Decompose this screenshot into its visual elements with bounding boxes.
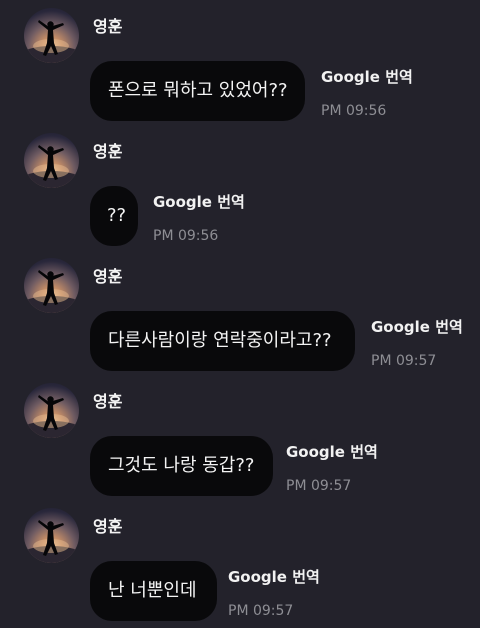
silhouette-avatar-icon — [24, 520, 79, 563]
avatar[interactable] — [24, 8, 79, 63]
sender-name: 영훈 — [93, 392, 123, 411]
message-group: 영훈 폰으로 뭐하고 있었어?? Google 번역 PM 09:56 — [0, 0, 480, 126]
message-time: PM 09:56 — [153, 228, 219, 244]
chat-message-list: 영훈 폰으로 뭐하고 있었어?? Google 번역 PM 09:56 영훈 ?… — [0, 0, 480, 628]
message-time: PM 09:57 — [371, 353, 437, 369]
google-translate-link[interactable]: Google 번역 — [321, 67, 413, 87]
message-group: 영훈 난 너뿐인데 Google 번역 PM 09:57 — [0, 500, 480, 626]
silhouette-avatar-icon — [24, 395, 79, 438]
google-translate-link[interactable]: Google 번역 — [228, 567, 320, 587]
google-translate-link[interactable]: Google 번역 — [371, 317, 463, 337]
google-translate-link[interactable]: Google 번역 — [286, 442, 378, 462]
avatar[interactable] — [24, 383, 79, 438]
message-bubble[interactable]: 그것도 나랑 동갑?? — [90, 436, 273, 496]
message-time: PM 09:57 — [228, 603, 294, 619]
message-bubble[interactable]: 난 너뿐인데 — [90, 561, 217, 621]
message-time: PM 09:57 — [286, 478, 352, 494]
silhouette-avatar-icon — [24, 20, 79, 63]
silhouette-avatar-icon — [24, 145, 79, 188]
avatar[interactable] — [24, 133, 79, 188]
sender-name: 영훈 — [93, 517, 123, 536]
message-time: PM 09:56 — [321, 103, 387, 119]
avatar[interactable] — [24, 508, 79, 563]
message-group: 영훈 그것도 나랑 동갑?? Google 번역 PM 09:57 — [0, 375, 480, 501]
sender-name: 영훈 — [93, 142, 123, 161]
sender-name: 영훈 — [93, 267, 123, 286]
message-bubble[interactable]: 다른사람이랑 연락중이라고?? — [90, 311, 355, 371]
message-group: 영훈 다른사람이랑 연락중이라고?? Google 번역 PM 09:57 — [0, 250, 480, 376]
message-bubble[interactable]: 폰으로 뭐하고 있었어?? — [90, 61, 305, 121]
google-translate-link[interactable]: Google 번역 — [153, 192, 245, 212]
sender-name: 영훈 — [93, 17, 123, 36]
avatar[interactable] — [24, 258, 79, 313]
message-group: 영훈 ?? Google 번역 PM 09:56 — [0, 125, 480, 251]
message-bubble[interactable]: ?? — [90, 186, 138, 246]
silhouette-avatar-icon — [24, 270, 79, 313]
